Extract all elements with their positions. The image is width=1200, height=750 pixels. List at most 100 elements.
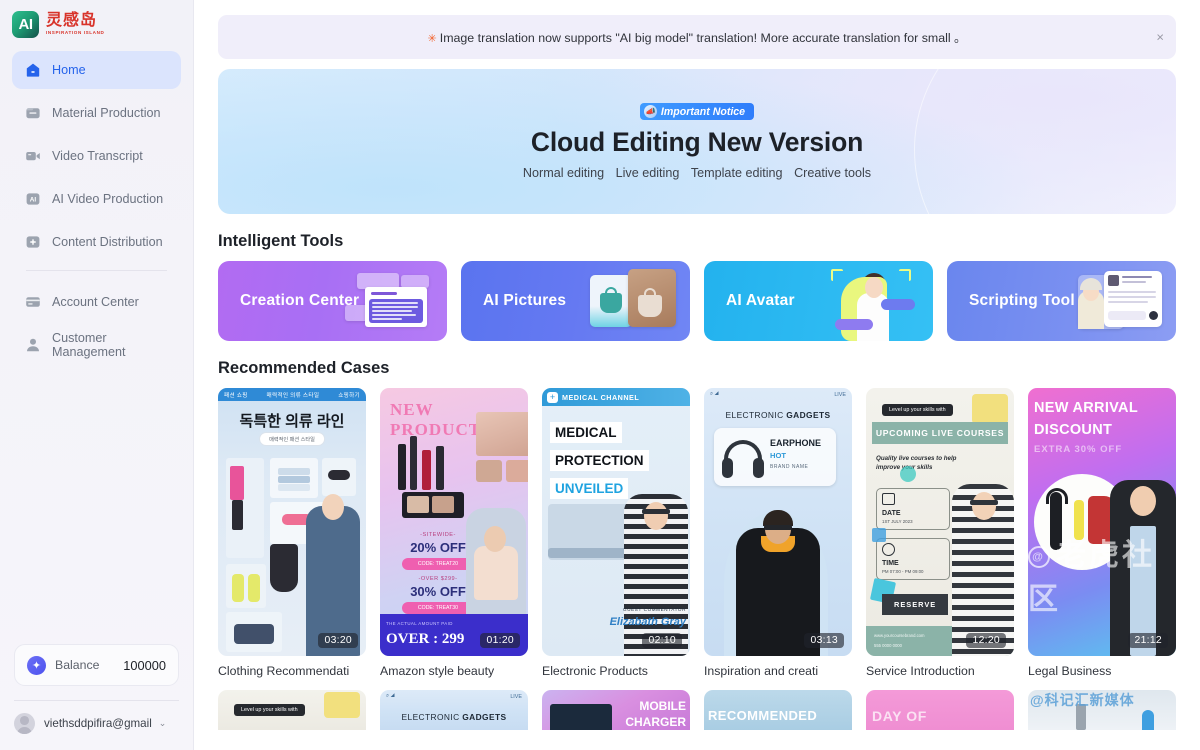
balance-card[interactable]: ✦ Balance 100000: [14, 644, 179, 686]
watermark-small: 科记汇新媒体: [1044, 692, 1135, 708]
user-icon: [25, 337, 41, 353]
case-card[interactable]: 패션 쇼핑 매력적인 의류 스타일 쇼핑하기 독특한 의류 라인 매력적인 패션…: [218, 388, 366, 678]
hero-sub-item: Live editing: [615, 166, 680, 180]
tool-card-scripting-tool[interactable]: Scripting Tool: [947, 261, 1176, 341]
svg-text:AI: AI: [30, 197, 37, 204]
sidebar-item-label: Customer Management: [52, 331, 126, 359]
channel-label: MEDICAL CHANNEL: [562, 392, 640, 402]
guest-name: Elizabath Gray: [609, 616, 686, 628]
band-left: 패션 쇼핑: [224, 392, 248, 399]
tool-label: Creation Center: [240, 292, 360, 309]
search-icon: ⌕ ◢: [710, 391, 719, 397]
case-card[interactable]: Level up your skills with UPCOMING LIVE …: [866, 388, 1014, 678]
tool-card-ai-pictures[interactable]: AI Pictures: [461, 261, 690, 341]
tool-card-creation-center[interactable]: Creation Center: [218, 261, 447, 341]
duration-badge: 01:20: [480, 633, 520, 648]
case-thumbnail: Level up your skills with: [218, 690, 366, 730]
case-card[interactable]: ⌕ ◢ LIVE ELECTRONIC GADGETS EARPHONE HOT…: [704, 388, 852, 678]
watermark-badge-icon: @: [1030, 692, 1045, 708]
tool-card-ai-avatar[interactable]: AI Avatar: [704, 261, 933, 341]
footer-kicker: THE ACTUAL AMOUNT PAID: [386, 621, 453, 626]
sidebar-item-label: Video Transcript: [52, 149, 143, 163]
hero-banner[interactable]: 📣 Important Notice Cloud Editing New Ver…: [218, 69, 1176, 214]
sidebar-item-home[interactable]: Home: [12, 51, 181, 89]
brand-light: ELECTRONIC: [401, 712, 460, 722]
sidebar-item-label: Content Distribution: [52, 235, 163, 249]
case-card[interactable]: NEW ARRIVAL DISCOUNT EXTRA 30% OFF @ 老虎社区: [1028, 388, 1176, 678]
sidebar-divider: [26, 270, 167, 271]
case-thumbnail: 패션 쇼핑 매력적인 의류 스타일 쇼핑하기 독특한 의류 라인 매력적인 패션…: [218, 388, 366, 656]
intelligent-tools-heading: Intelligent Tools: [218, 232, 344, 250]
sidebar-item-label: AI Video Production: [52, 192, 164, 206]
sidebar-item-account-center[interactable]: Account Center: [12, 283, 181, 321]
case-card[interactable]: ⌕ ◢ LIVE ELECTRONIC GADGETS: [380, 690, 528, 730]
case-card[interactable]: MOBILE CHARGER: [542, 690, 690, 730]
case-card[interactable]: DAY OF: [866, 690, 1014, 730]
contact-tel: 555 0000 0000: [874, 643, 902, 648]
brand-bold: GADGETS: [786, 410, 831, 420]
band-center: 매력적인 의류 스타일: [266, 392, 320, 399]
case-card[interactable]: Level up your skills with: [218, 690, 366, 730]
main-content: ✳ Image translation now supports "AI big …: [194, 0, 1200, 750]
case-card[interactable]: + MEDICAL CHANNEL MEDICAL PROTECTION UNV…: [542, 388, 690, 678]
cta-button[interactable]: RESERVE: [882, 594, 949, 615]
promo2-code: CODE: TREAT30: [402, 602, 474, 614]
thumb-line-1: MEDICAL: [550, 422, 622, 443]
notice-banner: ✳ Image translation now supports "AI big …: [218, 15, 1176, 59]
thumb-line-2: CHARGER: [625, 715, 686, 729]
duration-badge: 21:12: [1128, 633, 1168, 648]
thumb-line-1: NEW: [390, 400, 434, 419]
case-thumbnail: @科记汇新媒体: [1028, 690, 1176, 730]
case-thumbnail: MOBILE CHARGER: [542, 690, 690, 730]
notice-message: Image translation now supports "AI big m…: [439, 31, 967, 45]
sidebar-item-material-production[interactable]: Material Production: [12, 94, 181, 132]
folder-icon: [25, 105, 41, 121]
thumb-line-1: MOBILE: [639, 699, 686, 713]
live-badge: LIVE: [510, 693, 522, 700]
hero-subtitle: Normal editing Live editing Template edi…: [519, 166, 875, 180]
tool-label: AI Pictures: [483, 292, 567, 309]
case-title: Legal Business: [1028, 664, 1112, 678]
megaphone-icon: 📣: [643, 105, 657, 118]
sidebar-item-content-distribution[interactable]: Content Distribution: [12, 223, 181, 261]
sidebar-item-customer-management[interactable]: Customer Management: [12, 326, 181, 364]
case-thumbnail: NEW PRODUCT -SITEWIDE- 20% OFF CODE: TRE…: [380, 388, 528, 656]
case-title: Inspiration and creati: [704, 664, 819, 678]
plus-icon: +: [547, 391, 558, 403]
case-thumbnail: NEW ARRIVAL DISCOUNT EXTRA 30% OFF @ 老虎社区: [1028, 388, 1176, 656]
thumb-line-2: DISCOUNT: [1034, 422, 1113, 438]
case-card[interactable]: NEW PRODUCT -SITEWIDE- 20% OFF CODE: TRE…: [380, 388, 528, 678]
banner-label: UPCOMING LIVE COURSES: [872, 422, 1008, 444]
duration-badge: 12:20: [966, 633, 1006, 648]
sidebar-item-video-transcript[interactable]: Video Transcript: [12, 137, 181, 175]
date-value: 1ST JULY 2023: [882, 519, 913, 524]
case-thumbnail: DAY OF: [866, 690, 1014, 730]
product-name: EARPHONE: [770, 438, 822, 448]
search-icon: ⌕ ◢: [386, 693, 395, 699]
plus-square-icon: [25, 234, 41, 250]
cases-grid-row-2: Level up your skills with ⌕ ◢ LIVE ELECT…: [218, 690, 1176, 730]
case-card[interactable]: @科记汇新媒体: [1028, 690, 1176, 730]
account-menu[interactable]: viethsddpifira@gmail ⌄: [0, 701, 193, 750]
video-camera-icon: [25, 148, 41, 164]
kicker: Level up your skills with: [882, 404, 953, 416]
brand-name-cn: 灵感岛: [46, 12, 98, 30]
hero-sub-item: Template editing: [690, 166, 783, 180]
footer-text: OVER : 299: [386, 631, 465, 647]
thumb-top-band: 패션 쇼핑 매력적인 의류 스타일 쇼핑하기: [218, 388, 366, 401]
thumb-line-2: PROTECTION: [550, 450, 649, 471]
sidebar-item-label: Material Production: [52, 106, 161, 120]
sidebar-item-ai-video-production[interactable]: AI AI Video Production: [12, 180, 181, 218]
hero-badge-label: Important Notice: [660, 105, 746, 118]
close-icon[interactable]: ×: [1156, 31, 1164, 44]
sidebar-item-label: Home: [52, 63, 86, 77]
case-card[interactable]: RECOMMENDED: [704, 690, 852, 730]
recommended-cases-heading: Recommended Cases: [218, 359, 390, 377]
tool-label: AI Avatar: [726, 292, 795, 309]
chevron-down-icon[interactable]: ⌄: [159, 718, 167, 729]
case-title: Service Introduction: [866, 664, 975, 678]
account-email: viethsddpifira@gmail: [44, 717, 152, 730]
date-label: DATE: [882, 510, 901, 517]
brand-logo[interactable]: AI 灵感岛 INSPIRATION ISLAND: [0, 0, 193, 38]
contact-web: www.yourcoursebrand.com: [874, 633, 925, 638]
